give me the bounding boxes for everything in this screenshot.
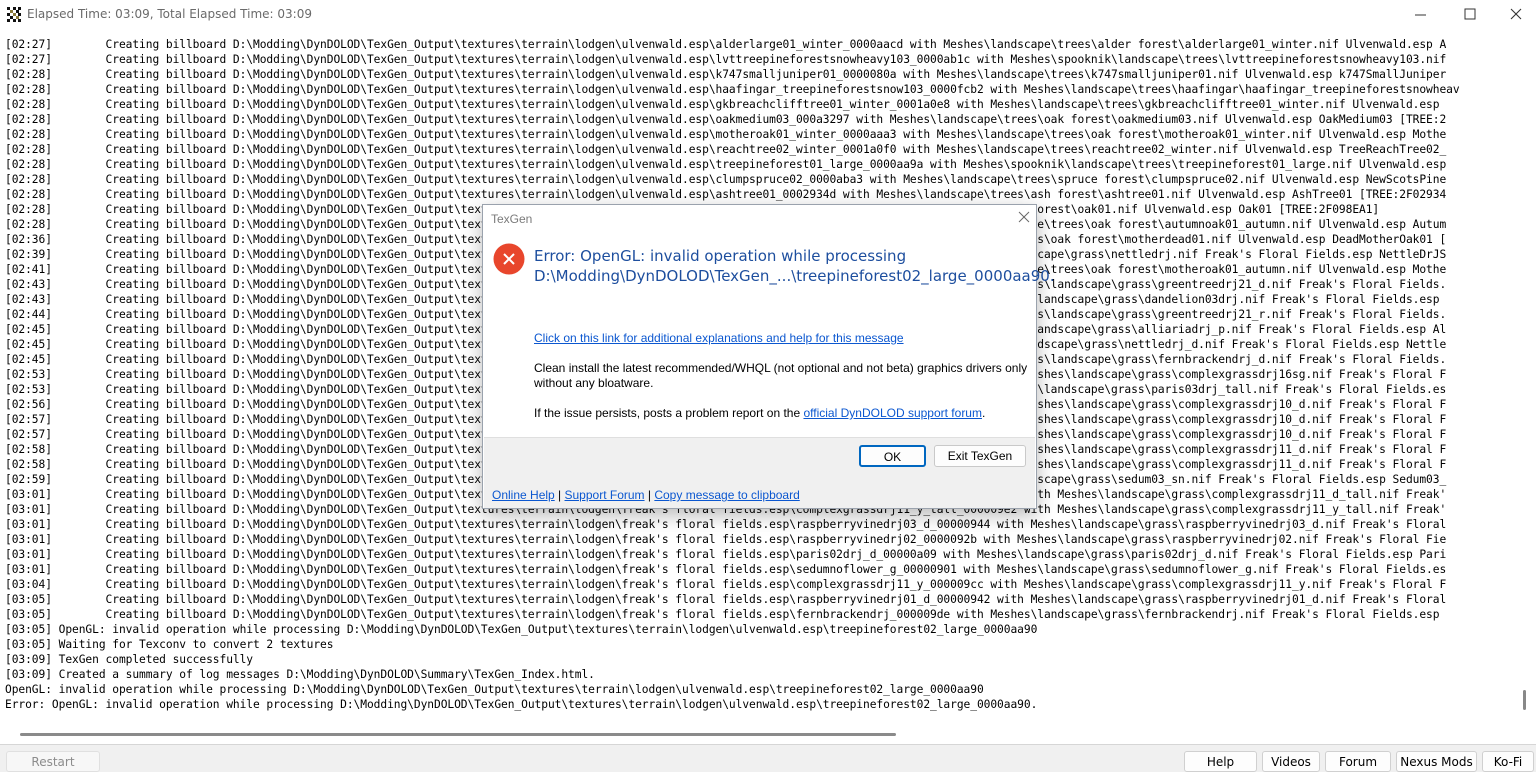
support-advice-prefix: If the issue persists, posts a problem r… <box>534 406 804 420</box>
vertical-scroll-thumb[interactable] <box>1523 690 1526 710</box>
log-line: [02:28] Creating billboard D:\Modding\Dy… <box>5 113 1447 126</box>
dialog-title: TexGen <box>491 212 533 226</box>
log-line: OpenGL: invalid operation while processi… <box>5 683 984 696</box>
log-line: [03:09] Created a summary of log message… <box>5 668 595 681</box>
ko-fi-button[interactable]: Ko-Fi <box>1482 751 1534 772</box>
driver-advice-text: Clean install the latest recommended/WHQ… <box>534 361 1028 390</box>
vertical-scrollbar[interactable] <box>1519 36 1536 726</box>
error-icon <box>493 243 525 275</box>
error-message-line-2: D:\Modding\DynDOLOD\TexGen_...\treepinef… <box>534 267 1055 285</box>
error-dialog: TexGen Error: OpenGL: invalid operation … <box>482 204 1055 509</box>
help-link[interactable]: Click on this link for additional explan… <box>534 331 904 345</box>
support-forum-link[interactable]: official DynDOLOD support forum <box>803 406 982 420</box>
log-line: [03:01] Creating billboard D:\Modding\Dy… <box>5 533 1447 546</box>
log-line: [02:28] Creating billboard D:\Modding\Dy… <box>5 173 1447 186</box>
title-bar: Elapsed Time: 03:09, Total Elapsed Time:… <box>0 0 1536 30</box>
log-line: [03:05] Waiting for Texconv to convert 2… <box>5 638 334 651</box>
maximize-icon <box>1464 8 1476 20</box>
log-line: [03:05] OpenGL: invalid operation while … <box>5 623 1038 636</box>
support-advice-text: If the issue persists, posts a problem r… <box>534 406 1034 421</box>
log-line: [02:28] Creating billboard D:\Modding\Dy… <box>5 98 1440 111</box>
log-line: [02:28] Creating billboard D:\Modding\Dy… <box>5 143 1447 156</box>
log-line: [02:28] Creating billboard D:\Modding\Dy… <box>5 188 1447 201</box>
log-line: [02:28] Creating billboard D:\Modding\Dy… <box>5 83 1460 96</box>
log-line: [02:28] Creating billboard D:\Modding\Dy… <box>5 68 1447 81</box>
log-line: [03:05] Creating billboard D:\Modding\Dy… <box>5 593 1447 606</box>
videos-button[interactable]: Videos <box>1262 751 1320 772</box>
log-line: [02:27] Creating billboard D:\Modding\Dy… <box>5 53 1447 66</box>
log-line: [03:09] TexGen completed successfully <box>5 653 254 666</box>
footer-links: Online Help | Support Forum | Copy messa… <box>492 488 800 502</box>
close-button[interactable] <box>1490 0 1536 30</box>
restart-button[interactable]: Restart <box>6 751 100 772</box>
nexus-mods-button[interactable]: Nexus Mods <box>1396 751 1477 772</box>
app-icon <box>6 6 22 22</box>
horizontal-scroll-thumb[interactable] <box>20 733 896 736</box>
log-line: [03:01] Creating billboard D:\Modding\Dy… <box>5 548 1447 561</box>
log-line: [03:04] Creating billboard D:\Modding\Dy… <box>5 578 1447 591</box>
footer-separator: | <box>554 488 565 502</box>
log-line: [02:28] Creating billboard D:\Modding\Dy… <box>5 158 1447 171</box>
minimize-icon <box>1415 14 1426 16</box>
log-line: [03:01] Creating billboard D:\Modding\Dy… <box>5 563 1447 576</box>
log-line: Error: OpenGL: invalid operation while p… <box>5 698 1038 711</box>
support-forum-footer-link[interactable]: Support Forum <box>565 488 645 502</box>
copy-message-link[interactable]: Copy message to clipboard <box>654 488 799 502</box>
window-title: Elapsed Time: 03:09, Total Elapsed Time:… <box>27 7 312 21</box>
log-line: [02:27] Creating billboard D:\Modding\Dy… <box>5 38 1447 51</box>
log-line: [02:28] Creating billboard D:\Modding\Dy… <box>5 128 1447 141</box>
footer-separator: | <box>644 488 655 502</box>
maximize-button[interactable] <box>1446 0 1492 30</box>
log-line: [03:01] Creating billboard D:\Modding\Dy… <box>5 518 1447 531</box>
support-advice-suffix: . <box>981 406 986 420</box>
dialog-close-icon[interactable] <box>1017 210 1031 224</box>
ok-button[interactable]: OK <box>859 445 926 467</box>
forum-button[interactable]: Forum <box>1325 751 1391 772</box>
error-message: Error: OpenGL: invalid operation while p… <box>534 246 1055 286</box>
error-message-line-1: Error: OpenGL: invalid operation while p… <box>534 247 907 265</box>
log-line: [03:05] Creating billboard D:\Modding\Dy… <box>5 608 1440 621</box>
exit-texgen-button[interactable]: Exit TexGen <box>934 445 1026 467</box>
online-help-link[interactable]: Online Help <box>492 488 555 502</box>
help-button[interactable]: Help <box>1184 751 1257 772</box>
close-icon <box>1510 8 1522 20</box>
minimize-button[interactable] <box>1398 0 1444 30</box>
